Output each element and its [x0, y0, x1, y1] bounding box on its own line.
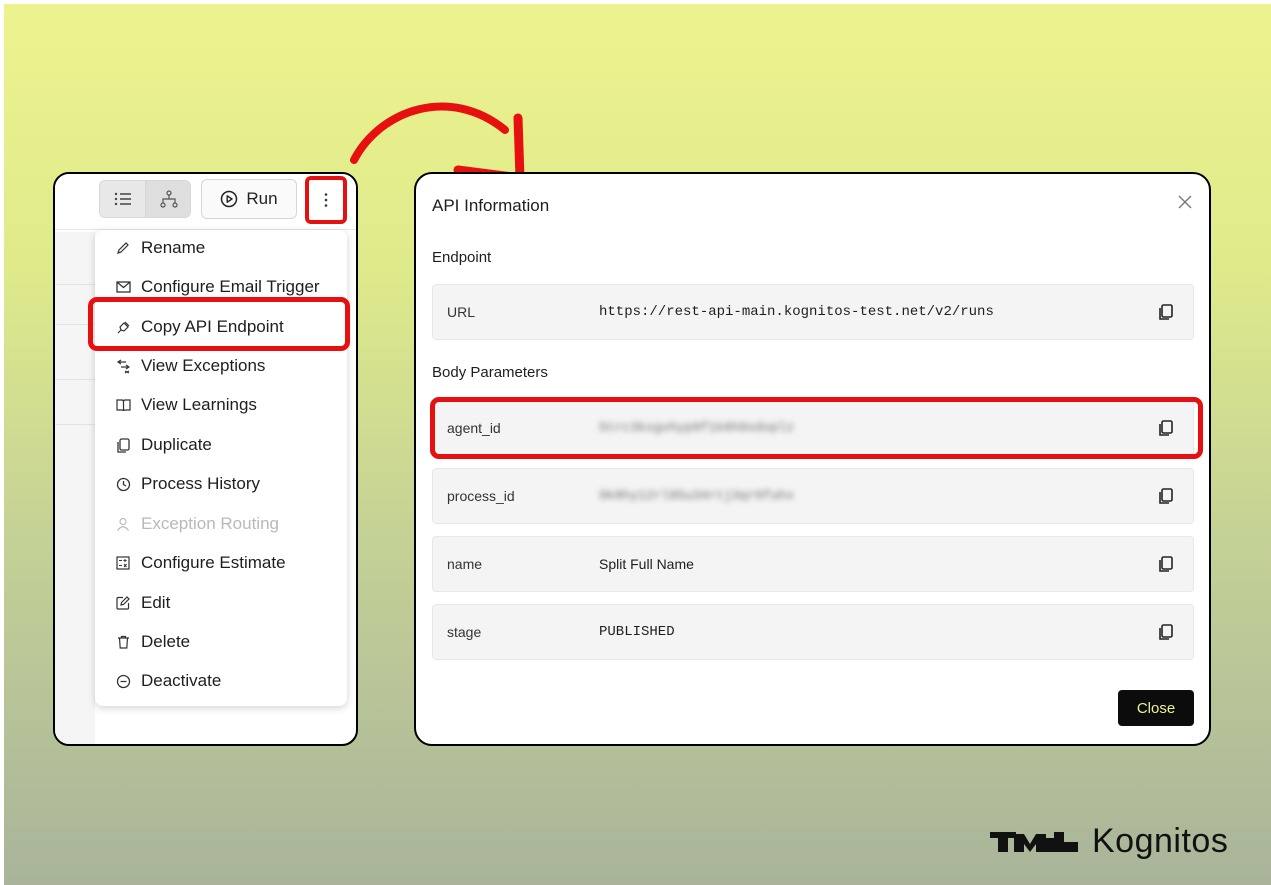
book-icon: [115, 397, 131, 413]
name-field: name Split Full Name: [432, 536, 1194, 592]
field-key: stage: [447, 624, 482, 640]
history-icon: [115, 476, 131, 492]
copy-icon[interactable]: [1157, 487, 1175, 505]
list-icon: [114, 192, 131, 206]
field-key: URL: [447, 304, 476, 320]
envelope-icon: [115, 279, 131, 295]
endpoint-heading: Endpoint: [432, 249, 492, 266]
divider: [55, 324, 95, 325]
field-key: agent_id: [447, 420, 501, 436]
menu-item-label: Duplicate: [141, 435, 212, 454]
play-circle-icon: [221, 190, 238, 208]
kognitos-logo: Kognitos: [990, 822, 1228, 861]
menu-item-label: View Exceptions: [141, 356, 266, 375]
menu-item-deactivate[interactable]: Deactivate: [95, 663, 347, 699]
menu-item-duplicate[interactable]: Duplicate: [95, 427, 347, 463]
api-information-dialog: API Information Endpoint URL https://res…: [414, 172, 1211, 746]
field-value-redacted: 9k8hy12rl85u34rtj3qr9fuhx: [599, 488, 795, 503]
field-value-redacted: 5trc3kxgvhyp9f1k6h9xdvplz: [599, 420, 795, 435]
run-button[interactable]: Run: [201, 179, 297, 219]
copy-icon[interactable]: [1157, 555, 1175, 573]
pencil-icon: [115, 240, 131, 256]
menu-item-label: Copy API Endpoint: [141, 317, 284, 336]
plug-icon: [115, 319, 131, 335]
tree-icon: [160, 190, 178, 208]
menu-item-label: Edit: [141, 593, 171, 612]
body-parameters-heading: Body Parameters: [432, 364, 548, 381]
stage-field: stage PUBLISHED: [432, 604, 1194, 660]
view-toggle: [99, 180, 191, 218]
agent-id-field: agent_id 5trc3kxgvhyp9f1k6h9xdvplz: [432, 400, 1194, 456]
copy-icon: [115, 437, 131, 453]
menu-item-view-learnings[interactable]: View Learnings: [95, 387, 347, 423]
process-actions-panel: Run Rename Configure Email Trigger Copy …: [53, 172, 358, 746]
calculator-icon: [115, 555, 131, 571]
close-dialog-button[interactable]: [1174, 191, 1196, 213]
menu-item-configure-estimate[interactable]: Configure Estimate: [95, 545, 347, 581]
menu-item-exception-routing[interactable]: Exception Routing: [95, 506, 347, 542]
brand-name: Kognitos: [1092, 822, 1229, 860]
menu-item-delete[interactable]: Delete: [95, 624, 347, 660]
close-icon: [1178, 195, 1192, 209]
url-field: URL https://rest-api-main.kognitos-test.…: [432, 284, 1194, 340]
menu-item-view-exceptions[interactable]: View Exceptions: [95, 348, 347, 384]
copy-icon[interactable]: [1157, 623, 1175, 641]
menu-item-label: Deactivate: [141, 671, 222, 690]
menu-item-configure-email-trigger[interactable]: Configure Email Trigger: [95, 269, 347, 305]
divider: [55, 379, 95, 380]
field-key: name: [447, 556, 483, 572]
menu-item-copy-api-endpoint[interactable]: Copy API Endpoint: [95, 309, 347, 345]
list-view-button[interactable]: [100, 181, 146, 217]
kognitos-logo-mark-icon: [990, 831, 1078, 852]
field-value: PUBLISHED: [599, 624, 675, 640]
minus-circle-icon: [115, 673, 131, 689]
menu-item-label: Rename: [141, 238, 206, 257]
dialog-title: API Information: [432, 196, 550, 215]
menu-item-label: View Learnings: [141, 395, 257, 414]
field-value: https://rest-api-main.kognitos-test.net/…: [599, 304, 994, 320]
menu-item-edit[interactable]: Edit: [95, 585, 347, 621]
background-list: [55, 232, 95, 744]
tree-view-button[interactable]: [146, 181, 190, 217]
menu-item-rename[interactable]: Rename: [95, 230, 347, 266]
toolbar: Run: [55, 174, 356, 230]
process-id-field: process_id 9k8hy12rl85u34rtj3qr9fuhx: [432, 468, 1194, 524]
menu-item-label: Configure Estimate: [141, 553, 286, 572]
edit-icon: [115, 595, 131, 611]
run-label: Run: [246, 189, 278, 208]
trash-icon: [115, 634, 131, 650]
divider: [55, 424, 95, 425]
menu-item-label: Exception Routing: [141, 514, 279, 533]
more-options-button[interactable]: [305, 176, 347, 224]
menu-item-process-history[interactable]: Process History: [95, 466, 347, 502]
user-icon: [115, 516, 131, 532]
field-key: process_id: [447, 488, 515, 504]
copy-icon[interactable]: [1157, 303, 1175, 321]
close-button[interactable]: Close: [1118, 690, 1194, 726]
divider: [55, 284, 95, 285]
vertical-dots-icon: [324, 193, 328, 207]
menu-item-label: Process History: [141, 474, 261, 493]
exceptions-icon: [115, 358, 131, 374]
actions-menu: Rename Configure Email Trigger Copy API …: [95, 230, 347, 706]
menu-item-label: Configure Email Trigger: [141, 277, 320, 296]
menu-item-label: Delete: [141, 632, 191, 651]
field-value: Split Full Name: [599, 556, 694, 572]
copy-icon[interactable]: [1157, 419, 1175, 437]
